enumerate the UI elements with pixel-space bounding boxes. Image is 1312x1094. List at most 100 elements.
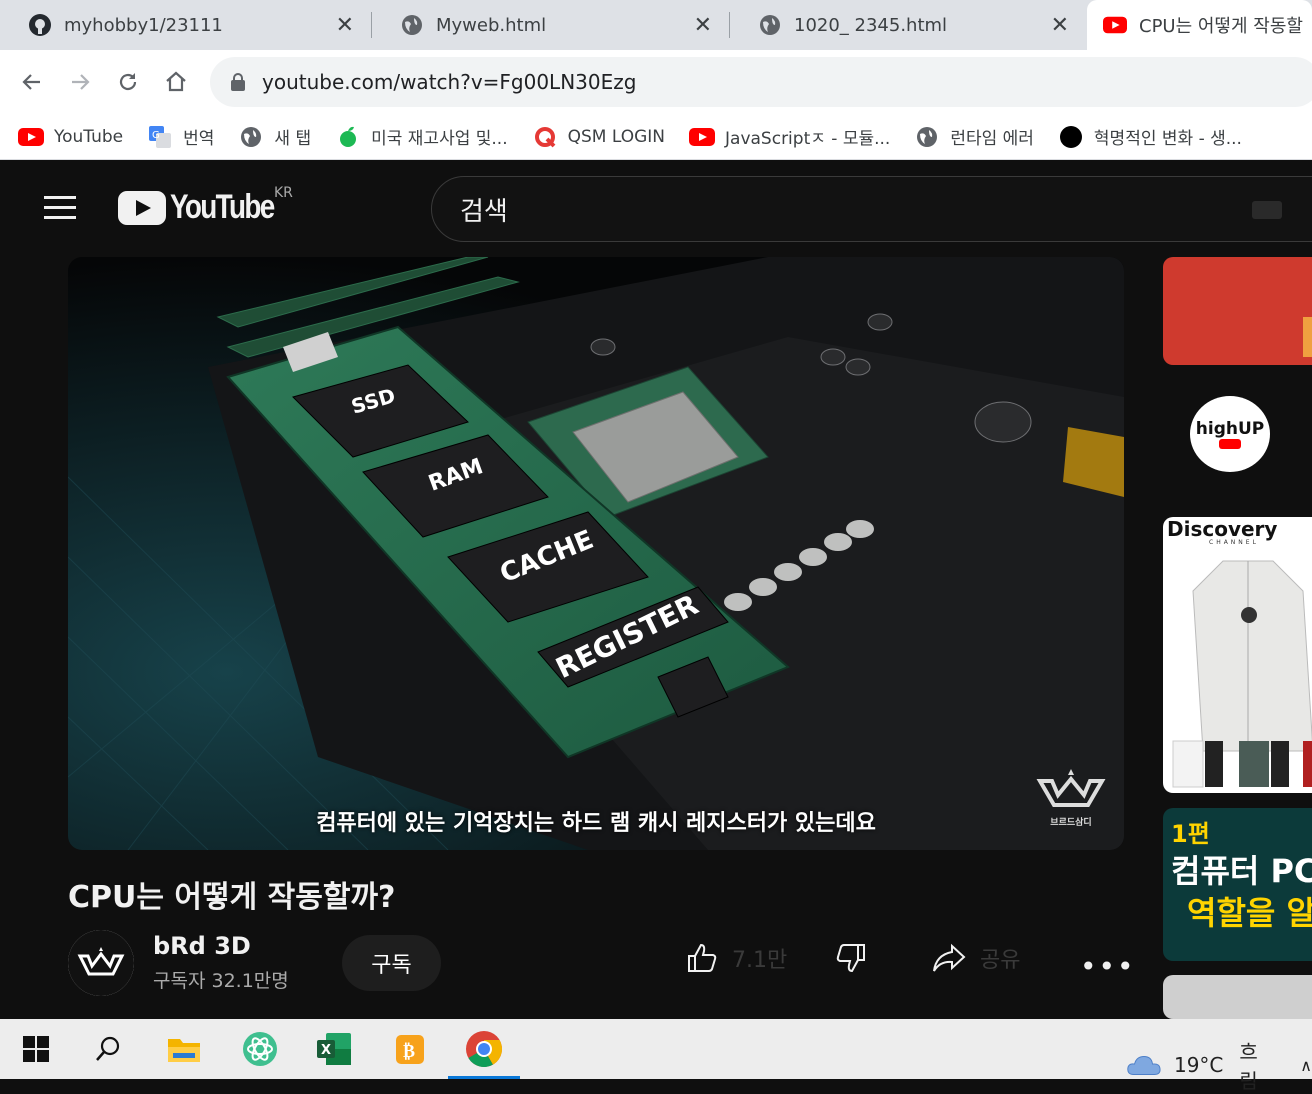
channel-watermark: 브르드삼디 — [1034, 767, 1108, 828]
search-icon[interactable] — [86, 1029, 130, 1069]
video-subtitle: 컴퓨터에 있는 기억장치는 하드 램 캐시 레지스터가 있는데요 — [316, 811, 876, 836]
svg-text:X: X — [321, 1043, 331, 1058]
arrow-left-icon — [22, 74, 40, 90]
q-icon — [532, 124, 558, 150]
youtube-play-icon — [118, 190, 166, 225]
keyboard-icon[interactable] — [1252, 201, 1282, 219]
sidebar-next-thumbnail[interactable] — [1163, 975, 1312, 1019]
sidebar-channel-avatar[interactable]: highUP — [1190, 396, 1270, 472]
close-icon[interactable]: ✕ — [694, 13, 712, 38]
video-frame — [68, 257, 1124, 850]
close-icon[interactable]: ✕ — [1051, 13, 1069, 38]
bookmark-qsm[interactable]: QSM LOGIN — [532, 124, 665, 150]
chevron-up-icon[interactable]: ∧ — [1300, 1056, 1312, 1075]
bitcoin-wallet-icon[interactable]: ₿ — [388, 1029, 432, 1069]
share-label: 공유 — [980, 948, 1021, 973]
share-icon — [933, 943, 966, 972]
address-bar[interactable]: youtube.com/watch?v=Fg00LN30Ezg — [210, 57, 1312, 107]
globe-icon — [758, 13, 782, 37]
excel-icon[interactable]: X — [312, 1029, 356, 1069]
subscriber-count: 구독자 32.1만명 — [153, 970, 289, 992]
more-actions-icon[interactable]: ••• — [1080, 950, 1136, 983]
tab-youtube-active[interactable]: CPU는 어떻게 작동할 — [1087, 0, 1312, 50]
url-text: youtube.com/watch?v=Fg00LN30Ezg — [262, 70, 637, 94]
bookmark-newtab[interactable]: 새 탭 — [238, 124, 311, 150]
like-button[interactable]: 7.1만 — [686, 942, 787, 974]
youtube-logo[interactable]: YouTube KR — [118, 185, 296, 227]
like-count: 7.1만 — [732, 948, 788, 973]
file-explorer-icon[interactable] — [162, 1029, 206, 1069]
chrome-icon[interactable] — [448, 1029, 520, 1079]
weather-widget[interactable]: 19°C 흐림 ∧ — [1126, 1036, 1312, 1094]
back-button[interactable] — [14, 64, 50, 100]
globe-icon — [400, 13, 424, 37]
sidebar-ad-banner[interactable] — [1163, 257, 1312, 365]
toolbar: youtube.com/watch?v=Fg00LN30Ezg — [0, 50, 1312, 114]
weather-text: 흐림 — [1239, 1040, 1258, 1093]
svg-text:₿: ₿ — [403, 1041, 415, 1062]
jacket-product-image — [1172, 560, 1312, 788]
search-placeholder: 검색 — [460, 197, 508, 227]
bookmarks-bar: YouTube G 번역 새 탭 미국 재고사업 및... QSM LOGIN … — [0, 114, 1312, 160]
dot-icon — [1058, 124, 1084, 150]
brd3d-logo-icon — [77, 947, 125, 976]
brd3d-logo-icon — [1036, 769, 1106, 807]
github-icon — [28, 13, 52, 37]
menu-icon[interactable] — [44, 196, 76, 220]
forward-button[interactable] — [62, 64, 98, 100]
tab-title: CPU는 어떻게 작동할 — [1139, 16, 1303, 37]
avatar-inner — [68, 930, 134, 996]
close-icon[interactable]: ✕ — [336, 13, 354, 38]
channel-avatar[interactable] — [68, 930, 134, 996]
sidebar-video-thumbnail[interactable]: 1편 컴퓨터 PC 역할을 알 — [1163, 808, 1312, 961]
svg-text:G: G — [152, 130, 160, 141]
tab-myweb[interactable]: Myweb.html ✕ — [372, 0, 730, 50]
bookmark-label: 혁명적인 변화 - 생... — [1093, 129, 1242, 149]
thumbs-down-icon — [836, 944, 865, 973]
bookmark-youtube[interactable]: YouTube — [18, 124, 123, 150]
thumb-line2: 역할을 알 — [1187, 894, 1312, 932]
tab-title: myhobby1/23111 — [64, 14, 223, 36]
subscribe-button[interactable]: 구독 — [342, 935, 441, 991]
reload-button[interactable] — [110, 64, 146, 100]
weather-temp: 19°C — [1173, 1053, 1224, 1077]
tab-title: 1020_ 2345.html — [794, 14, 948, 36]
bookmark-stocks[interactable]: 미국 재고사업 및... — [335, 124, 508, 150]
windows-taskbar: X ₿ — [0, 1019, 1312, 1079]
bookmark-label: JavaScriptㅈ - 모듈... — [725, 129, 891, 149]
bookmark-label: 번역 — [183, 129, 215, 149]
home-button[interactable] — [158, 64, 194, 100]
highup-logo-text: highUP — [1195, 419, 1265, 439]
bookmark-runtime-error[interactable]: 런타임 에러 — [914, 124, 1034, 150]
youtube-icon — [689, 124, 716, 150]
banner-art — [1303, 317, 1312, 357]
tab-1020[interactable]: 1020_ 2345.html ✕ — [730, 0, 1087, 50]
tab-github[interactable]: myhobby1/23111 ✕ — [0, 0, 372, 50]
bookmark-label: 미국 재고사업 및... — [371, 129, 508, 149]
watermark-text: 브르드삼디 — [1050, 818, 1092, 828]
bookmark-javascript[interactable]: JavaScriptㅈ - 모듈... — [689, 124, 890, 150]
youtube-icon — [1219, 439, 1241, 449]
start-icon[interactable] — [14, 1029, 58, 1069]
sidebar-ad-discovery[interactable]: Discovery CHANNEL — [1163, 517, 1312, 793]
bookmark-translate[interactable]: G 번역 — [147, 124, 214, 150]
cloud-icon — [1127, 1056, 1161, 1075]
youtube-icon — [1103, 13, 1127, 37]
translate-icon: G — [147, 124, 173, 150]
globe-icon — [914, 124, 940, 150]
dislike-button[interactable] — [835, 942, 867, 974]
channel-name[interactable]: bRd 3D — [153, 932, 251, 960]
arrow-right-icon — [72, 74, 90, 90]
logo-text: YouTube — [170, 188, 275, 226]
reload-icon — [119, 73, 137, 91]
bookmark-label: QSM LOGIN — [567, 126, 666, 147]
thumbs-up-icon — [688, 943, 717, 972]
region-label: KR — [274, 185, 293, 201]
atom-icon[interactable] — [238, 1029, 282, 1069]
home-icon — [166, 71, 186, 92]
bookmark-revolution[interactable]: 혁명적인 변화 - 생... — [1058, 124, 1242, 150]
share-button[interactable]: 공유 — [932, 942, 1020, 974]
tab-title: Myweb.html — [436, 14, 547, 36]
search-input[interactable]: 검색 — [431, 176, 1312, 242]
video-player[interactable]: SSD RAM CACHE REGISTER 컴퓨터에 있는 기억장치는 하드 … — [68, 257, 1124, 850]
